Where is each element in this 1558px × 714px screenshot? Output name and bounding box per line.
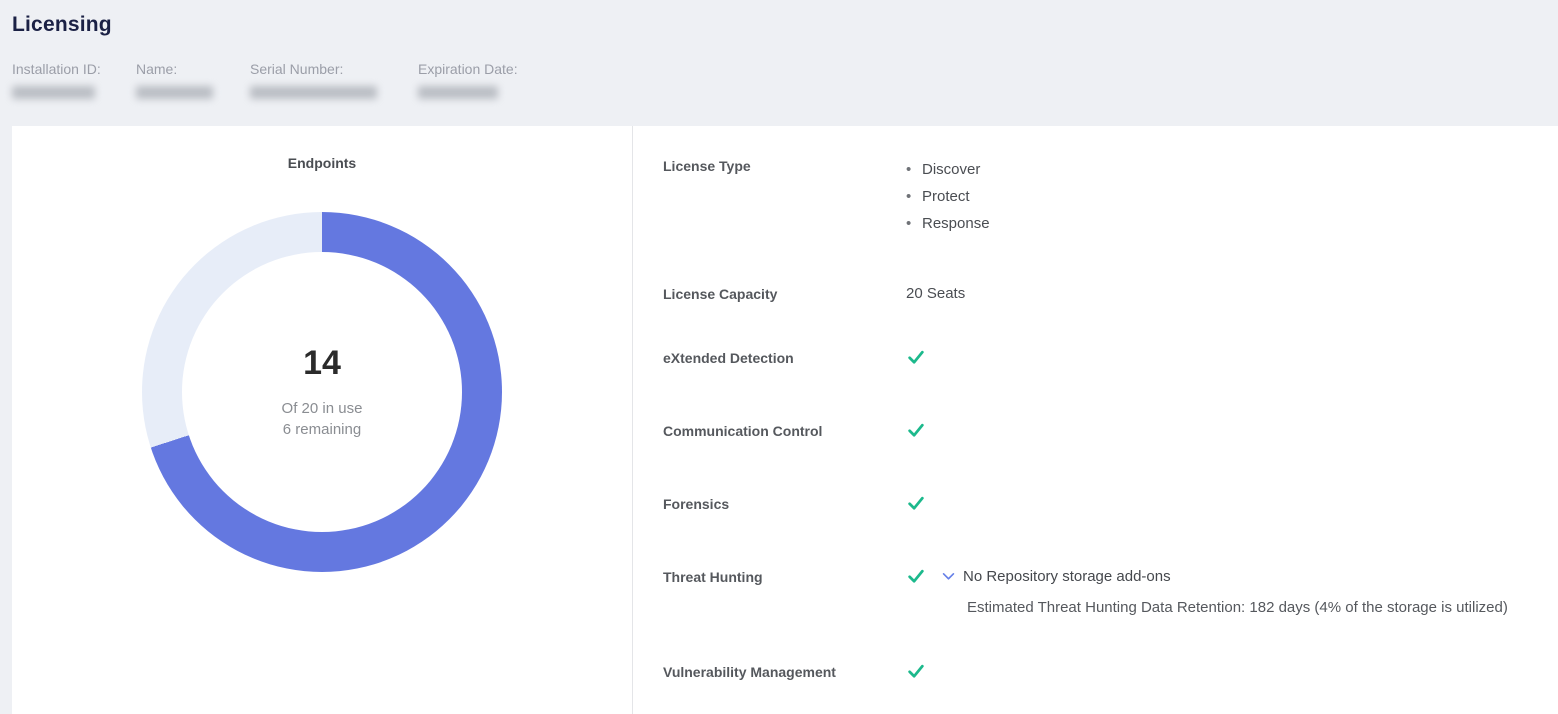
meta-serial-number: Serial Number: xyxy=(250,61,418,99)
license-type-item: Response xyxy=(906,210,1538,237)
threat-hunting-expand-line: No Repository storage add-ons xyxy=(906,567,1538,585)
license-type-item: Protect xyxy=(906,183,1538,210)
donut-center-value: 14 xyxy=(303,344,341,382)
check-icon xyxy=(906,494,926,512)
extended-detection-label: eXtended Detection xyxy=(663,350,794,366)
row-threat-hunting: Threat Hunting No Repository storage add… xyxy=(663,567,1538,617)
license-meta-row: Installation ID: Name: Serial Number: Ex… xyxy=(12,61,1558,99)
license-type-item: Discover xyxy=(906,156,1538,183)
check-icon xyxy=(906,567,926,585)
license-type-list: Discover Protect Response xyxy=(906,156,1538,237)
license-capacity-label: License Capacity xyxy=(663,286,778,302)
donut-center-line1: Of 20 in use xyxy=(281,400,363,417)
meta-name: Name: xyxy=(136,61,250,99)
license-panel: Endpoints 14 Of 20 in use 6 remaining Li… xyxy=(12,126,1558,714)
communication-control-label: Communication Control xyxy=(663,423,823,439)
meta-expiration-date: Expiration Date: xyxy=(418,61,518,99)
endpoints-donut-chart: 14 Of 20 in use 6 remaining xyxy=(142,212,502,572)
row-forensics: Forensics xyxy=(663,494,1538,517)
license-details-section: License Type Discover Protect Response L… xyxy=(633,126,1558,714)
threat-hunting-retention-detail: Estimated Threat Hunting Data Retention:… xyxy=(967,599,1508,616)
license-type-label: License Type xyxy=(663,158,751,174)
row-extended-detection: eXtended Detection xyxy=(663,348,1538,371)
vulnerability-management-label: Vulnerability Management xyxy=(663,664,836,680)
name-redacted-value xyxy=(136,86,213,99)
chart-title: Endpoints xyxy=(287,155,357,171)
expiration-date-redacted-value xyxy=(418,86,498,99)
repository-addons-label: No Repository storage add-ons xyxy=(963,567,1171,585)
serial-number-redacted-value xyxy=(250,86,377,99)
license-capacity-value: 20 Seats xyxy=(906,285,966,302)
installation-id-label: Installation ID: xyxy=(12,61,101,77)
forensics-label: Forensics xyxy=(663,496,730,512)
licensing-page: Licensing Installation ID: Name: Serial … xyxy=(0,0,1558,714)
serial-number-label: Serial Number: xyxy=(250,61,344,77)
page-title: Licensing xyxy=(12,13,112,36)
donut-center: 14 Of 20 in use 6 remaining xyxy=(182,252,462,532)
donut-center-line2: 6 remaining xyxy=(282,421,362,438)
row-license-capacity: License Capacity 20 Seats xyxy=(663,284,1538,302)
installation-id-redacted-value xyxy=(12,86,95,99)
name-label: Name: xyxy=(136,61,178,77)
chevron-down-icon[interactable] xyxy=(942,572,955,581)
endpoints-chart-section: Endpoints 14 Of 20 in use 6 remaining xyxy=(12,126,632,714)
expiration-date-label: Expiration Date: xyxy=(418,61,518,77)
check-icon xyxy=(906,348,926,366)
check-icon xyxy=(906,662,926,680)
row-vulnerability-management: Vulnerability Management xyxy=(663,662,1538,685)
row-communication-control: Communication Control xyxy=(663,421,1538,444)
meta-installation-id: Installation ID: xyxy=(12,61,136,99)
threat-hunting-label: Threat Hunting xyxy=(663,569,763,585)
check-icon xyxy=(906,421,926,439)
row-license-type: License Type Discover Protect Response xyxy=(663,156,1538,237)
page-header: Licensing Installation ID: Name: Serial … xyxy=(0,0,1558,99)
